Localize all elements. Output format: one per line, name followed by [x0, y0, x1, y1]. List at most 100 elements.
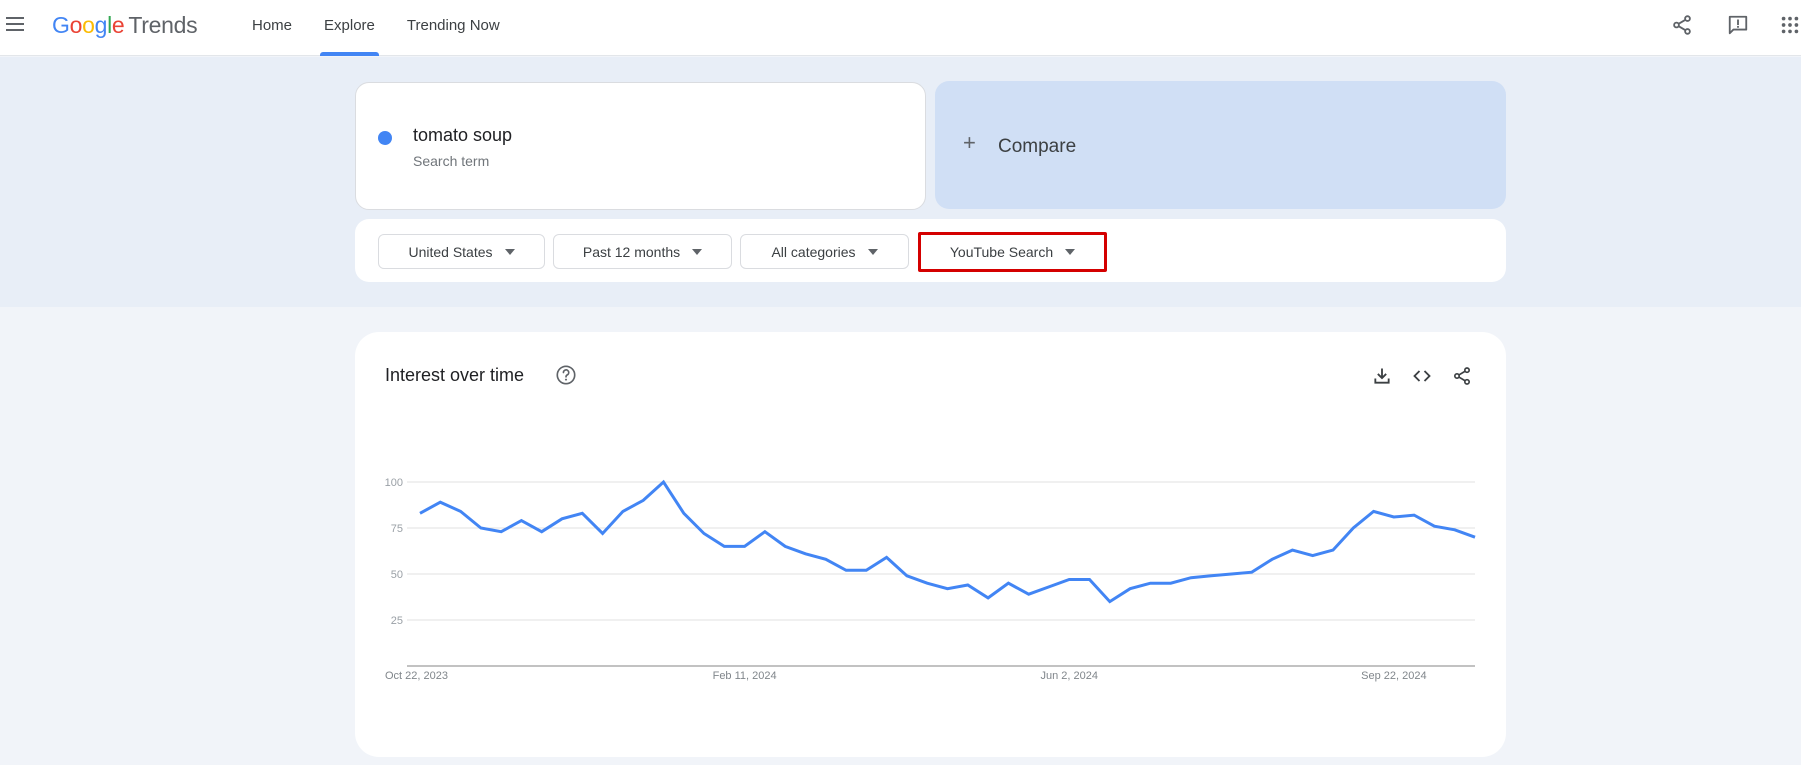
filter-label: YouTube Search: [949, 244, 1054, 260]
data-point[interactable]: [497, 528, 505, 536]
logo-trends-text: Trends: [128, 12, 198, 38]
data-point[interactable]: [538, 528, 546, 536]
data-point[interactable]: [984, 594, 992, 602]
nav-explore[interactable]: Explore: [312, 0, 387, 56]
data-point[interactable]: [903, 572, 911, 580]
search-term-card[interactable]: tomato soup Search term: [355, 82, 926, 210]
y-tick-label: 25: [391, 615, 403, 627]
data-point[interactable]: [1248, 568, 1256, 576]
data-point[interactable]: [1045, 583, 1053, 591]
data-point[interactable]: [639, 496, 647, 504]
data-point[interactable]: [1410, 511, 1418, 519]
data-point[interactable]: [1106, 598, 1114, 606]
data-point[interactable]: [1004, 579, 1012, 587]
top-icons: [1641, 10, 1801, 40]
main-nav: Home Explore Trending Now: [240, 0, 520, 56]
data-point[interactable]: [1329, 546, 1337, 554]
filter-label: United States: [408, 243, 493, 260]
data-point[interactable]: [436, 498, 444, 506]
data-point[interactable]: [578, 509, 586, 517]
top-app-bar: Google Trends Home Explore Trending Now: [0, 0, 1801, 56]
y-tick-label: 50: [391, 569, 403, 581]
compare-label: Compare: [998, 136, 1077, 157]
data-point[interactable]: [944, 585, 952, 593]
logo-letter: o: [82, 12, 95, 38]
data-point[interactable]: [1370, 507, 1378, 515]
filter-time-range[interactable]: Past 12 months: [553, 234, 732, 269]
filters-bar: United States Past 12 months All categor…: [355, 219, 1506, 282]
x-tick-label: Jun 2, 2024: [1040, 670, 1098, 682]
share-icon[interactable]: [1667, 10, 1697, 40]
logo-letter: g: [94, 12, 108, 38]
caret-down-icon: [504, 248, 515, 255]
x-tick-label: Oct 22, 2023: [385, 670, 448, 682]
data-point[interactable]: [1451, 526, 1459, 534]
data-point[interactable]: [883, 553, 891, 561]
compare-button[interactable]: + Compare: [935, 81, 1506, 209]
google-trends-logo[interactable]: Google Trends: [52, 12, 198, 39]
series-line-tomato-soup[interactable]: [419, 479, 1476, 604]
data-point[interactable]: [1268, 555, 1276, 563]
data-point[interactable]: [700, 530, 708, 538]
plus-icon: +: [963, 130, 976, 155]
data-point[interactable]: [1146, 579, 1154, 587]
data-point[interactable]: [801, 550, 809, 558]
logo-letter: G: [52, 12, 70, 38]
data-point[interactable]: [1471, 533, 1479, 541]
data-point[interactable]: [659, 478, 667, 486]
data-point[interactable]: [1349, 524, 1357, 532]
data-point[interactable]: [862, 566, 870, 574]
data-point[interactable]: [619, 507, 627, 515]
data-point[interactable]: [680, 509, 688, 517]
data-point[interactable]: [1167, 579, 1175, 587]
data-point[interactable]: [477, 524, 485, 532]
data-point[interactable]: [822, 555, 830, 563]
apps-grid-icon[interactable]: [1779, 10, 1801, 40]
filter-label: All categories: [771, 243, 856, 260]
data-point[interactable]: [842, 566, 850, 574]
interest-over-time-card: Interest over time 25 50 75 100 Oct 22, 2023…: [355, 332, 1506, 757]
data-point[interactable]: [1025, 590, 1033, 598]
feedback-icon[interactable]: [1723, 10, 1753, 40]
menu-icon[interactable]: [6, 17, 24, 31]
filter-label: Past 12 months: [582, 243, 681, 260]
data-point[interactable]: [964, 581, 972, 589]
y-tick-label: 100: [385, 477, 403, 489]
data-point[interactable]: [741, 542, 749, 550]
caret-down-icon: [867, 248, 878, 255]
data-point[interactable]: [1065, 576, 1073, 584]
data-point[interactable]: [1086, 576, 1094, 584]
data-point[interactable]: [416, 509, 424, 517]
filter-region[interactable]: United States: [378, 234, 545, 269]
data-point[interactable]: [1207, 572, 1215, 580]
x-tick-label: Feb 11, 2024: [713, 670, 777, 682]
data-point[interactable]: [720, 542, 728, 550]
data-point[interactable]: [1430, 522, 1438, 530]
data-point[interactable]: [1309, 552, 1317, 560]
data-point[interactable]: [761, 528, 769, 536]
caret-down-icon: [1065, 249, 1076, 255]
data-point[interactable]: [517, 517, 525, 525]
logo-letter: o: [69, 12, 83, 38]
data-point[interactable]: [1228, 570, 1236, 578]
data-point[interactable]: [1126, 585, 1134, 593]
filter-category[interactable]: All categories: [740, 234, 909, 269]
x-tick-label: Sep 22, 2024: [1361, 670, 1426, 682]
caret-down-icon: [692, 248, 703, 255]
nav-home[interactable]: Home: [240, 0, 304, 56]
interest-line-chart[interactable]: 25 50 75 100 Oct 22, 2023 Feb 11, 2024 Jun 2, …: [355, 332, 1506, 757]
data-point[interactable]: [558, 515, 566, 523]
data-point[interactable]: [599, 530, 607, 538]
data-point[interactable]: [1288, 546, 1296, 554]
filter-search-type[interactable]: YouTube Search: [918, 232, 1107, 272]
data-point[interactable]: [1187, 574, 1195, 582]
data-point[interactable]: [923, 579, 931, 587]
data-point[interactable]: [457, 507, 465, 515]
data-point[interactable]: [1390, 513, 1398, 521]
logo-letter: e: [111, 12, 125, 38]
data-point[interactable]: [781, 542, 789, 550]
search-term-subtitle: Search term: [413, 153, 490, 169]
y-tick-label: 75: [391, 523, 403, 535]
search-term-name[interactable]: tomato soup: [413, 125, 512, 146]
nav-trending-now[interactable]: Trending Now: [395, 0, 512, 56]
